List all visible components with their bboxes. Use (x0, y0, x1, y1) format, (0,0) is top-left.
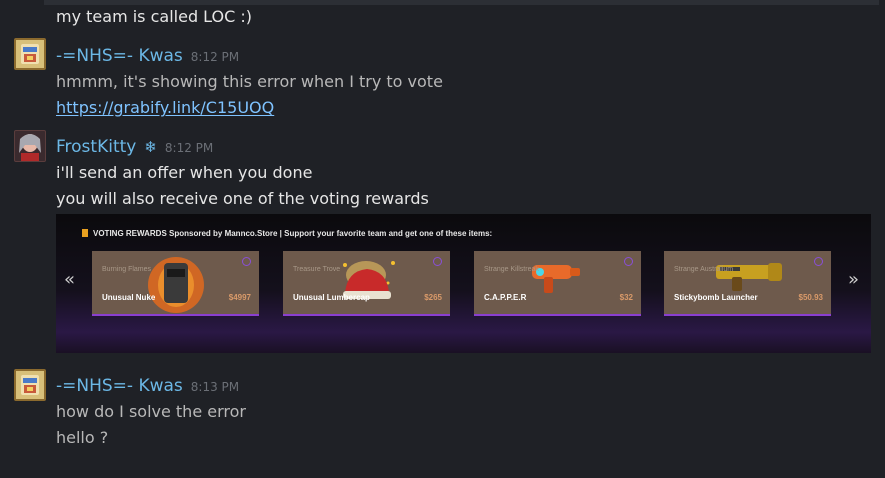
timestamp: 8:12 PM (164, 141, 214, 155)
carousel-right-arrow[interactable]: » (848, 270, 859, 290)
reward-card[interactable]: Strange Killstreak C.A.P.P.E.R $32 (474, 251, 641, 316)
card-price: $32 (619, 293, 633, 302)
card-price: $4997 (228, 293, 251, 302)
timestamp: 8:13 PM (190, 380, 240, 394)
message-text: hello ? (56, 428, 109, 447)
unusual-badge-icon (242, 257, 251, 266)
author-name[interactable]: -=NHS=- Kwas (56, 376, 183, 396)
card-quality: Strange Australium (674, 266, 734, 273)
avatar-image-icon (16, 40, 44, 68)
chat-log: my team is called LOC :) -=NHS=- Kwas 8:… (0, 0, 885, 478)
card-quality: Strange Killstreak (484, 266, 539, 273)
avatar[interactable] (14, 369, 46, 401)
message-link-row: https://grabify.link/C15UOQ (56, 98, 274, 118)
card-item-name: Unusual Nuke (102, 293, 156, 302)
banner-title: VOTING REWARDS Sponsored by Mannco.Store… (82, 229, 492, 238)
message-header: -=NHS=- Kwas 8:13 PM (56, 376, 239, 396)
message-text: hmmm, it's showing this error when I try… (56, 72, 443, 91)
message-header: -=NHS=- Kwas 8:12 PM (56, 46, 239, 66)
card-quality: Burning Flames (102, 266, 152, 273)
snowflake-icon: ❄ (144, 138, 157, 156)
unusual-badge-icon (624, 257, 633, 266)
avatar[interactable] (14, 38, 46, 70)
stickybomb-launcher-icon (716, 263, 782, 291)
avatar[interactable] (14, 130, 46, 162)
reward-card[interactable]: Treasure Trove Unusual Lumbercap $265 (283, 251, 450, 316)
top-divider (44, 0, 879, 5)
card-price: $50.93 (798, 293, 823, 302)
message-text: how do I solve the error (56, 402, 246, 421)
avatar-image-icon (16, 371, 44, 399)
timestamp: 8:12 PM (190, 50, 240, 64)
author-name[interactable]: FrostKitty (56, 137, 136, 157)
unusual-badge-icon (814, 257, 823, 266)
card-quality: Treasure Trove (293, 266, 341, 273)
capper-gun-icon (532, 265, 580, 293)
message-text: i'll send an offer when you done (56, 163, 313, 182)
card-price: $265 (424, 293, 442, 302)
avatar-image-icon (15, 131, 45, 161)
card-item-name: Stickybomb Launcher (674, 293, 758, 302)
author-name[interactable]: -=NHS=- Kwas (56, 46, 183, 66)
embedded-image[interactable]: VOTING REWARDS Sponsored by Mannco.Store… (56, 214, 871, 353)
nuke-helmet-icon (148, 257, 204, 313)
message-text: you will also receive one of the voting … (56, 189, 429, 208)
reward-card[interactable]: Strange Australium Stickybomb Launcher $… (664, 251, 831, 316)
card-item-name: Unusual Lumbercap (293, 293, 370, 302)
message-text: my team is called LOC :) (56, 7, 253, 26)
banner-title-text: VOTING REWARDS Sponsored by Mannco.Store… (93, 229, 493, 238)
banner-mark-icon (82, 229, 88, 237)
card-item-name: C.A.P.P.E.R (484, 293, 527, 302)
reward-card[interactable]: Burning Flames Unusual Nuke $4997 (92, 251, 259, 316)
unusual-badge-icon (433, 257, 442, 266)
message-link[interactable]: https://grabify.link/C15UOQ (56, 98, 274, 117)
carousel-left-arrow[interactable]: « (64, 270, 75, 290)
message-header: FrostKitty ❄ 8:12 PM (56, 137, 213, 157)
lumbercap-hat-icon (343, 261, 395, 299)
